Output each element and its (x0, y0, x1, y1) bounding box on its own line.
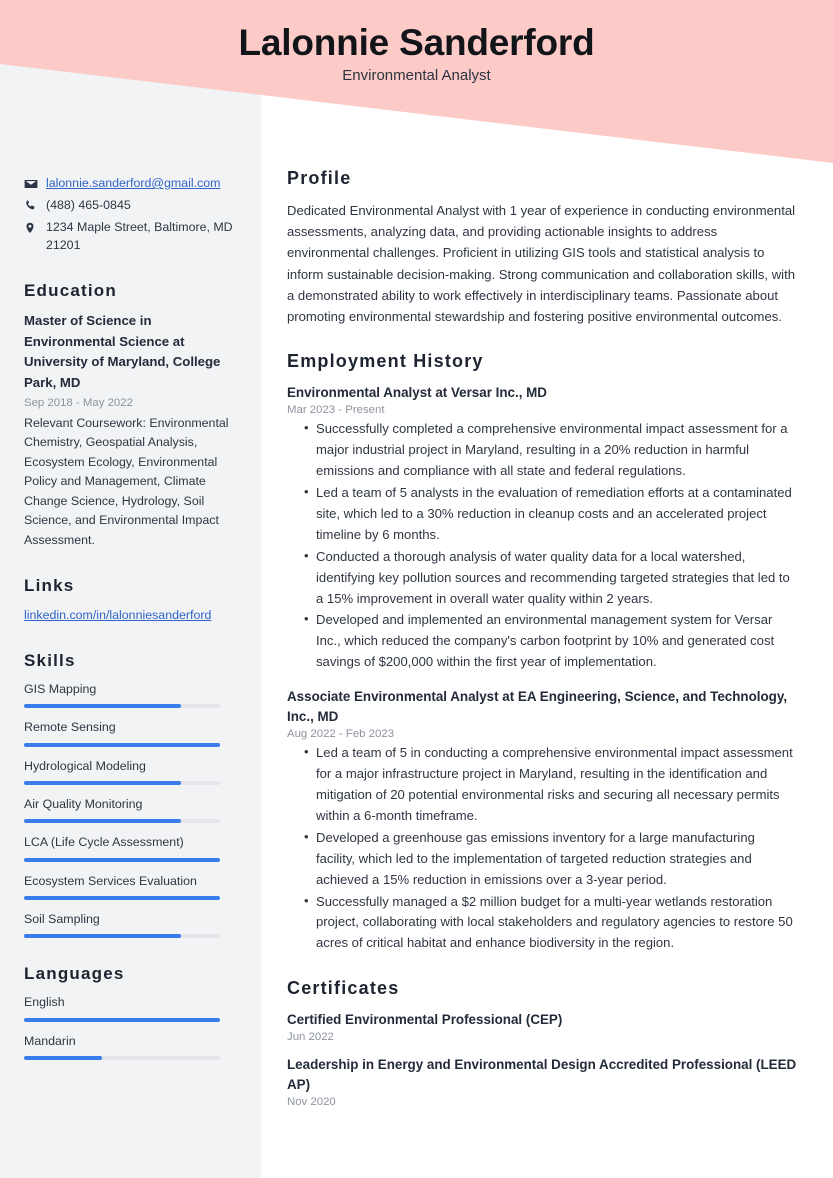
skill-level-track (24, 704, 220, 709)
links-section: Links linkedin.com/in/lalonniesanderford (24, 576, 239, 625)
education-entry: Master of Science in Environmental Scien… (24, 311, 239, 550)
skill-level-fill (24, 780, 181, 785)
employment-list: Environmental Analyst at Versar Inc., MD… (287, 383, 797, 954)
language-label: Mandarin (24, 1033, 76, 1048)
main-column: Profile Dedicated Environmental Analyst … (261, 0, 833, 1132)
profile-section: Profile Dedicated Environmental Analyst … (287, 168, 797, 327)
contact-link[interactable]: lalonnie.sanderford@gmail.com (46, 175, 239, 193)
language-item: English (24, 994, 239, 1022)
skill-level-fill (24, 819, 181, 824)
profile-link[interactable]: linkedin.com/in/lalonniesanderford (24, 606, 211, 625)
employment-bullet: Led a team of 5 in conducting a comprehe… (304, 742, 797, 827)
contact-value: (488) 465-0845 (46, 197, 131, 212)
links-heading: Links (24, 576, 75, 596)
languages-section: Languages English Mandarin (24, 964, 239, 1061)
sidebar: lalonnie.sanderford@gmail.com (488) 465-0… (0, 0, 261, 1071)
links-list: linkedin.com/in/lalonniesanderford (24, 606, 239, 625)
certificates-list: Certified Environmental Professional (CE… (287, 1010, 797, 1107)
certificates-section: Certificates Certified Environmental Pro… (287, 978, 797, 1107)
skills-heading: Skills (24, 650, 76, 670)
certificate-date: Nov 2020 (287, 1095, 336, 1108)
skill-item: Ecosystem Services Evaluation (24, 873, 239, 900)
employment-bullet: Led a team of 5 analysts in the evaluati… (304, 482, 797, 546)
education-heading: Education (24, 280, 117, 300)
employment-section: Employment History Environmental Analyst… (287, 351, 797, 954)
education-description: Relevant Coursework: Environmental Chemi… (24, 415, 229, 547)
phone-icon (24, 197, 46, 214)
certificate-entry: Certified Environmental Professional (CE… (287, 1010, 797, 1043)
certificate-entry: Leadership in Energy and Environmental D… (287, 1055, 797, 1108)
certificate-name: Leadership in Energy and Environmental D… (287, 1057, 797, 1092)
skill-level-fill (24, 934, 181, 939)
map-pin-icon (24, 219, 46, 236)
skills-section: Skills GIS Mapping Remote Sensing Hydrolog… (24, 651, 239, 939)
education-date: Sep 2018 - May 2022 (24, 396, 133, 409)
skill-level-track (24, 857, 220, 862)
employment-bullet-list: Led a team of 5 in conducting a comprehe… (287, 742, 797, 955)
employment-entry: Associate Environmental Analyst at EA En… (287, 687, 797, 954)
language-label: English (24, 995, 65, 1010)
contact-row: lalonnie.sanderford@gmail.com (24, 175, 239, 193)
skill-level-fill (24, 895, 220, 900)
language-level-track (24, 1017, 220, 1022)
skill-level-fill (24, 742, 220, 747)
skill-item: Soil Sampling (24, 911, 239, 939)
skill-item: LCA (Life Cycle Assessment) (24, 834, 239, 862)
skill-level-fill (24, 704, 181, 709)
education-list: Master of Science in Environmental Scien… (24, 311, 239, 550)
skill-level-track (24, 934, 220, 939)
profile-heading: Profile (287, 168, 352, 188)
skill-item: GIS Mapping (24, 681, 239, 709)
skill-level-track (24, 895, 220, 900)
employment-title: Associate Environmental Analyst at EA En… (287, 689, 788, 725)
skill-label: LCA (Life Cycle Assessment) (24, 835, 184, 850)
employment-bullet: Developed a greenhouse gas emissions inv… (304, 827, 797, 891)
skill-level-track (24, 819, 220, 824)
skill-label: GIS Mapping (24, 681, 97, 696)
skill-label: Hydrological Modeling (24, 758, 146, 773)
resume-page: Lalonnie Sanderford Environmental Analys… (0, 0, 833, 1178)
language-level-fill (24, 1056, 103, 1061)
employment-title: Environmental Analyst at Versar Inc., MD (287, 385, 547, 401)
language-level-fill (24, 1017, 220, 1022)
certificate-date: Jun 2022 (287, 1031, 334, 1044)
employment-bullet: Successfully completed a comprehensive e… (304, 418, 797, 482)
employment-bullet: Conducted a thorough analysis of water q… (304, 546, 797, 610)
skill-level-track (24, 742, 220, 747)
skill-label: Ecosystem Services Evaluation (24, 873, 197, 888)
skill-level-fill (24, 857, 220, 862)
skill-item: Hydrological Modeling (24, 758, 239, 785)
contact-row: (488) 465-0845 (24, 197, 239, 215)
body-columns: lalonnie.sanderford@gmail.com (488) 465-0… (0, 0, 833, 1178)
language-level-track (24, 1056, 220, 1061)
languages-list: English Mandarin (24, 994, 239, 1061)
skill-label: Soil Sampling (24, 911, 100, 926)
employment-bullet-list: Successfully completed a comprehensive e… (287, 418, 797, 673)
skills-list: GIS Mapping Remote Sensing Hydrological Mo… (24, 681, 239, 939)
profile-text: Dedicated Environmental Analyst with 1 y… (287, 203, 796, 325)
language-item: Mandarin (24, 1033, 239, 1061)
skill-item: Air Quality Monitoring (24, 796, 239, 824)
certificate-name: Certified Environmental Professional (CE… (287, 1012, 563, 1028)
education-section: Education Master of Science in Environme… (24, 281, 239, 550)
employment-entry: Environmental Analyst at Versar Inc., MD… (287, 383, 797, 673)
certificates-heading: Certificates (287, 978, 400, 999)
employment-date: Aug 2022 - Feb 2023 (287, 727, 395, 740)
skill-item: Remote Sensing (24, 719, 239, 747)
employment-bullet: Developed and implemented an environment… (304, 609, 797, 673)
contact-list: lalonnie.sanderford@gmail.com (488) 465-0… (24, 175, 239, 255)
employment-bullet: Successfully managed a $2 million budget… (304, 891, 797, 955)
languages-heading: Languages (24, 964, 125, 984)
employment-heading: Employment History (287, 351, 484, 372)
skill-label: Remote Sensing (24, 720, 116, 735)
contact-value: 1234 Maple Street, Baltimore, MD 21201 (46, 219, 233, 252)
skill-label: Air Quality Monitoring (24, 796, 143, 811)
education-degree: Master of Science in Environmental Scien… (24, 312, 221, 391)
envelope-icon (24, 175, 46, 192)
skill-level-track (24, 780, 220, 785)
employment-date: Mar 2023 - Present (287, 404, 385, 417)
contact-row: 1234 Maple Street, Baltimore, MD 21201 (24, 219, 239, 255)
